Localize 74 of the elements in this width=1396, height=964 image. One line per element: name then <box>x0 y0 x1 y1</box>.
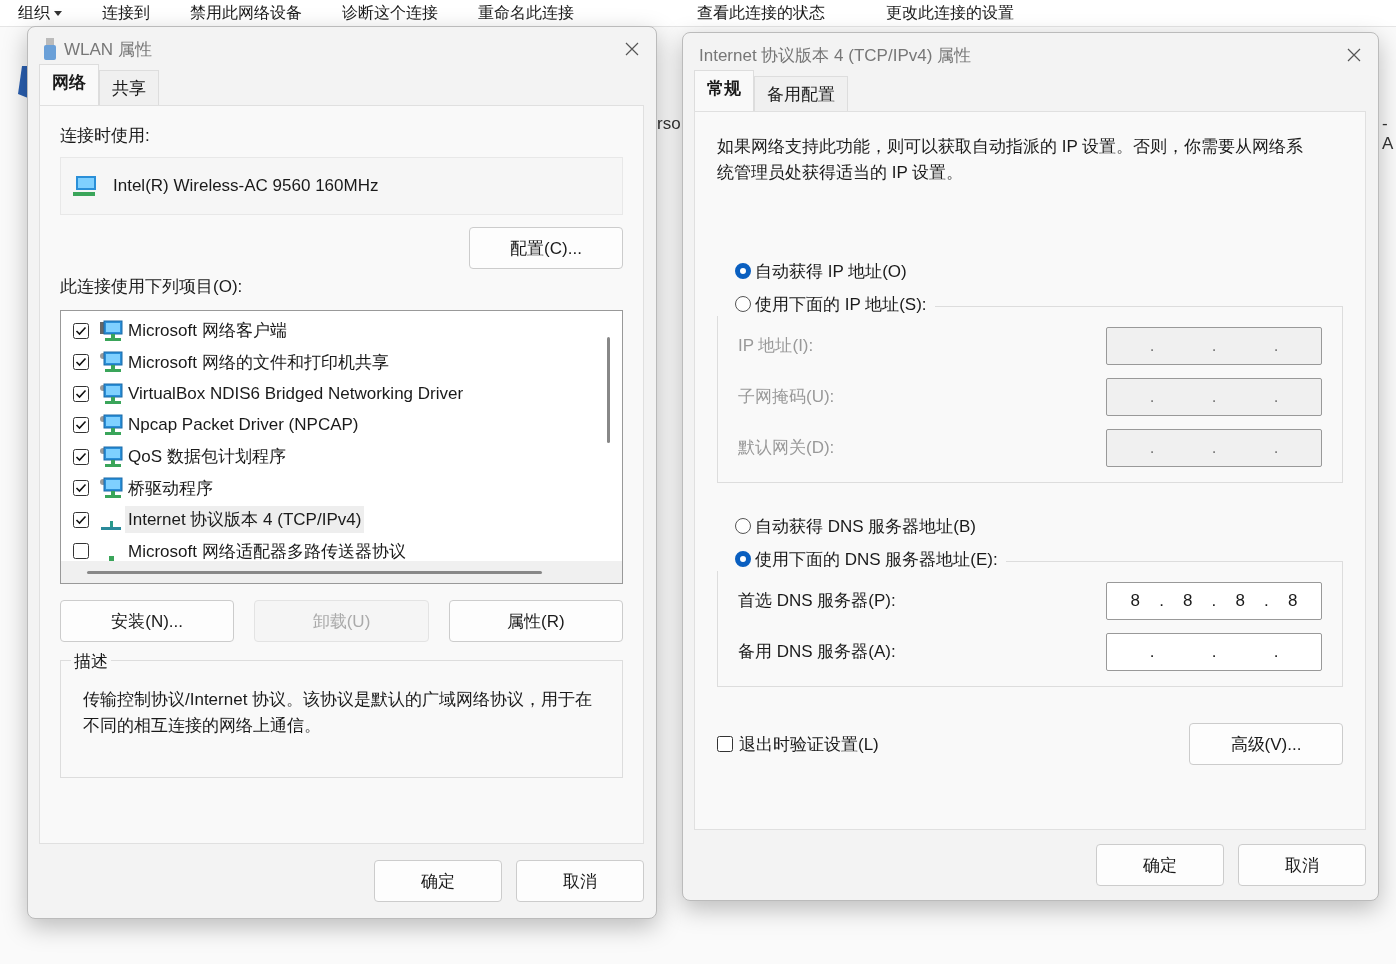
intro-text: 如果网络支持此功能，则可以获取自动指派的 IP 设置。否则，你需要从网络系统管理员处获得适当的 IP 设置。 <box>717 136 1305 184</box>
toolbar-item[interactable]: 诊断这个连接 <box>342 0 438 24</box>
section-label: 此连接使用下列项目(O): <box>60 276 244 298</box>
tab[interactable]: 常规 <box>694 70 754 111</box>
background-text: -A <box>1382 114 1395 154</box>
list-item[interactable]: QoS 数据包计划程序 <box>125 443 289 471</box>
field-label: IP 地址(I): <box>738 335 814 357</box>
ip-address-field[interactable]: 8 . 8 . 8 . 8 <box>1106 581 1322 620</box>
configure-button[interactable]: 配置(C)... <box>469 227 623 269</box>
tab[interactable]: 共享 <box>99 70 159 105</box>
checkbox[interactable] <box>717 736 733 752</box>
field-label: 子网掩码(U): <box>738 386 835 408</box>
toolbar-item[interactable]: 查看此连接的状态 <box>697 0 825 24</box>
field-label: 默认网关(D): <box>738 437 835 459</box>
network-monitor-icon <box>99 319 123 342</box>
checkbox[interactable] <box>73 322 89 339</box>
ip-address-field[interactable]: . . . <box>1106 632 1322 671</box>
network-monitor-icon <box>99 382 123 405</box>
radio-label[interactable]: 自动获得 DNS 服务器地址(B) <box>755 514 976 538</box>
checkbox[interactable] <box>73 354 89 371</box>
radio-button[interactable] <box>735 518 751 534</box>
dialog-button[interactable]: 取消 <box>1238 844 1366 886</box>
dialog-button[interactable]: 确定 <box>1096 844 1224 886</box>
toolbar-item[interactable]: 组织 <box>18 0 62 24</box>
scrollbar[interactable] <box>87 570 542 574</box>
advanced-button[interactable]: 高级(V)... <box>1189 723 1343 765</box>
list-item[interactable]: 桥驱动程序 <box>125 474 216 502</box>
adapter-name: Intel(R) Wireless-AC 9560 160MHz <box>113 176 379 196</box>
group-label: 描述 <box>71 650 111 673</box>
dialog-button[interactable]: 确定 <box>374 860 502 902</box>
network-monitor-icon <box>99 477 123 500</box>
close-icon[interactable] <box>1346 47 1362 63</box>
toolbar-item[interactable]: 更改此连接的设置 <box>886 0 1014 24</box>
section-label: 连接时使用: <box>60 125 151 147</box>
checkbox[interactable] <box>73 448 89 465</box>
toolbar-item[interactable]: 禁用此网络设备 <box>190 0 302 24</box>
checkbox[interactable] <box>73 417 89 434</box>
tab[interactable]: 网络 <box>39 64 99 105</box>
action-button[interactable]: 属性(R) <box>448 600 623 642</box>
scrollbar[interactable] <box>607 337 610 443</box>
protocol-icon <box>101 520 121 530</box>
list-item[interactable]: Microsoft 网络适配器多路传送器协议 <box>125 537 409 561</box>
close-icon[interactable] <box>624 41 640 57</box>
usb-adapter-icon <box>44 38 56 60</box>
checkbox[interactable] <box>73 385 89 402</box>
tab[interactable]: 备用配置 <box>754 76 848 111</box>
checkbox[interactable] <box>73 480 89 497</box>
list-item[interactable]: VirtualBox NDIS6 Bridged Networking Driver <box>125 381 467 406</box>
caret-icon <box>54 11 62 16</box>
description-text: 传输控制协议/Internet 协议。该协议是默认的广域网络协议，用于在不同的相互连接的网络上通信。 <box>83 689 594 737</box>
action-button[interactable]: 安装(N)... <box>60 600 235 642</box>
dialog-button[interactable]: 取消 <box>516 860 644 902</box>
field-label: 备用 DNS 服务器(A): <box>738 641 896 663</box>
list-item[interactable]: Microsoft 网络客户端 <box>125 317 290 345</box>
network-monitor-icon <box>73 175 99 197</box>
radio-button[interactable] <box>735 551 751 567</box>
toolbar-item[interactable]: 连接到 <box>102 0 150 24</box>
list-item[interactable]: Npcap Packet Driver (NPCAP) <box>125 413 362 438</box>
network-monitor-icon <box>99 414 123 437</box>
network-monitor-icon <box>99 351 123 374</box>
field-label: 首选 DNS 服务器(P): <box>738 590 896 612</box>
radio-label[interactable]: 自动获得 IP 地址(O) <box>755 259 907 283</box>
network-monitor-icon <box>99 445 123 468</box>
background-text: rso <box>657 114 681 134</box>
window-title: WLAN 属性 <box>64 38 153 61</box>
checkbox[interactable] <box>73 511 89 528</box>
window-title: Internet 协议版本 4 (TCP/IPv4) 属性 <box>699 44 973 67</box>
toolbar-item[interactable]: 重命名此连接 <box>478 0 574 24</box>
list-item[interactable]: Microsoft 网络的文件和打印机共享 <box>125 348 392 376</box>
radio-button[interactable] <box>735 296 751 312</box>
radio-button[interactable] <box>735 263 751 279</box>
checkbox-label[interactable]: 退出时验证设置(L) <box>739 732 879 756</box>
list-item[interactable]: Internet 协议版本 4 (TCP/IPv4) <box>125 506 365 534</box>
checkbox[interactable] <box>73 543 89 560</box>
